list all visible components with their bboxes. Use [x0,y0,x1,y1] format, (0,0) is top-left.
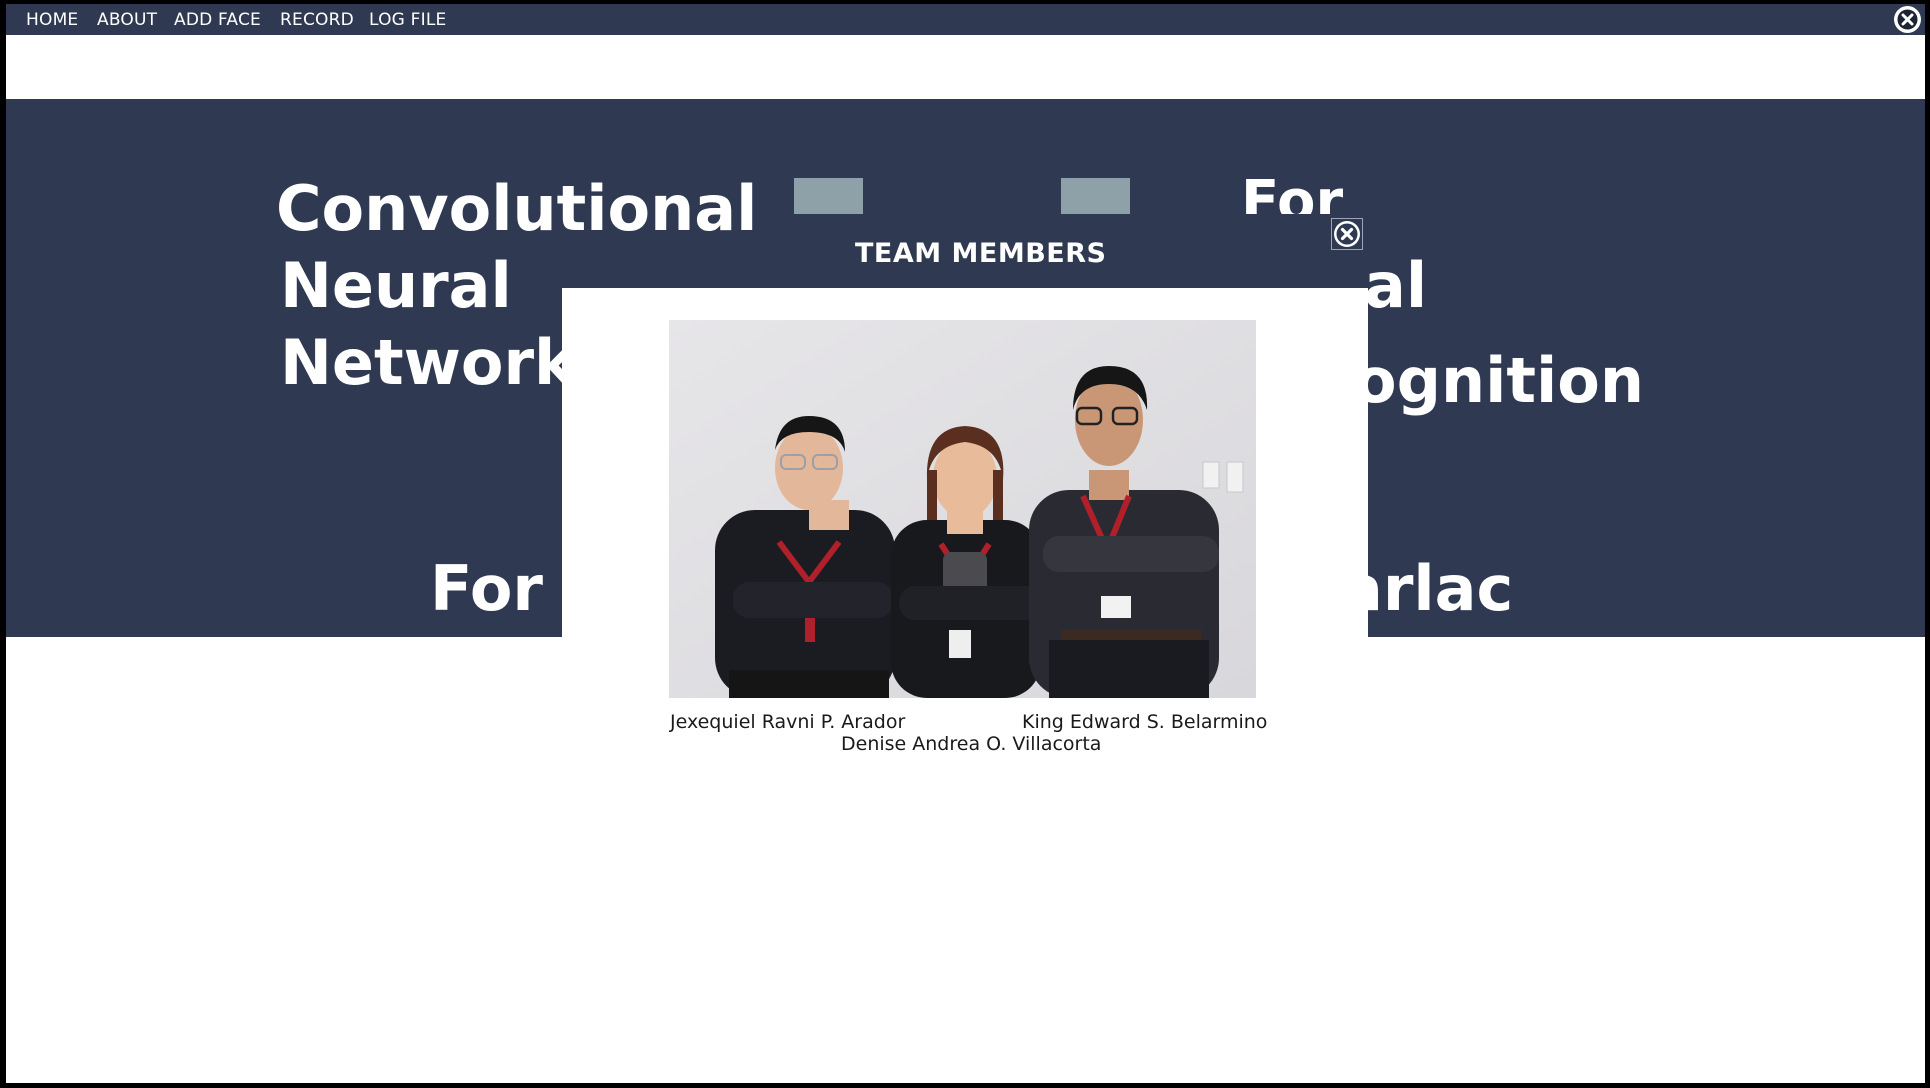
hero-title-neural: Neural [280,249,512,322]
modal-close-button[interactable] [1331,218,1363,250]
member-name-right: King Edward S. Belarmino [1022,711,1268,733]
team-photo [669,320,1256,698]
team-photo-illustration [669,320,1256,698]
modal-title: TEAM MEMBERS [855,238,1107,269]
accent-bracket-left [794,178,863,214]
member-name-left: Jexequiel Ravni P. Arador [670,711,906,733]
menu-item-home[interactable]: HOME [26,10,78,30]
hero-title-convolutional: Convolutional [276,172,758,242]
window-close-button[interactable] [1894,6,1921,33]
accent-bracket-right [1061,178,1130,214]
menu-item-add-face[interactable]: ADD FACE [174,10,261,30]
menu-bar: HOME ABOUT ADD FACE RECORD LOG FILE [6,4,1925,35]
close-circle-icon [1895,7,1920,32]
hero-title-ognition: ognition [1354,344,1644,417]
hero-title-network: Network [280,326,576,399]
member-name-center: Denise Andrea O. Villacorta [841,733,1102,755]
hero-title-for: For [1241,169,1344,214]
app-window: HOME ABOUT ADD FACE RECORD LOG FILE Conv… [6,4,1925,1083]
menu-item-record[interactable]: RECORD [280,10,354,30]
close-circle-icon [1334,221,1360,247]
menu-item-about[interactable]: ABOUT [97,10,157,30]
menu-item-log-file[interactable]: LOG FILE [369,10,446,30]
hero-title-al: al [1364,249,1428,322]
